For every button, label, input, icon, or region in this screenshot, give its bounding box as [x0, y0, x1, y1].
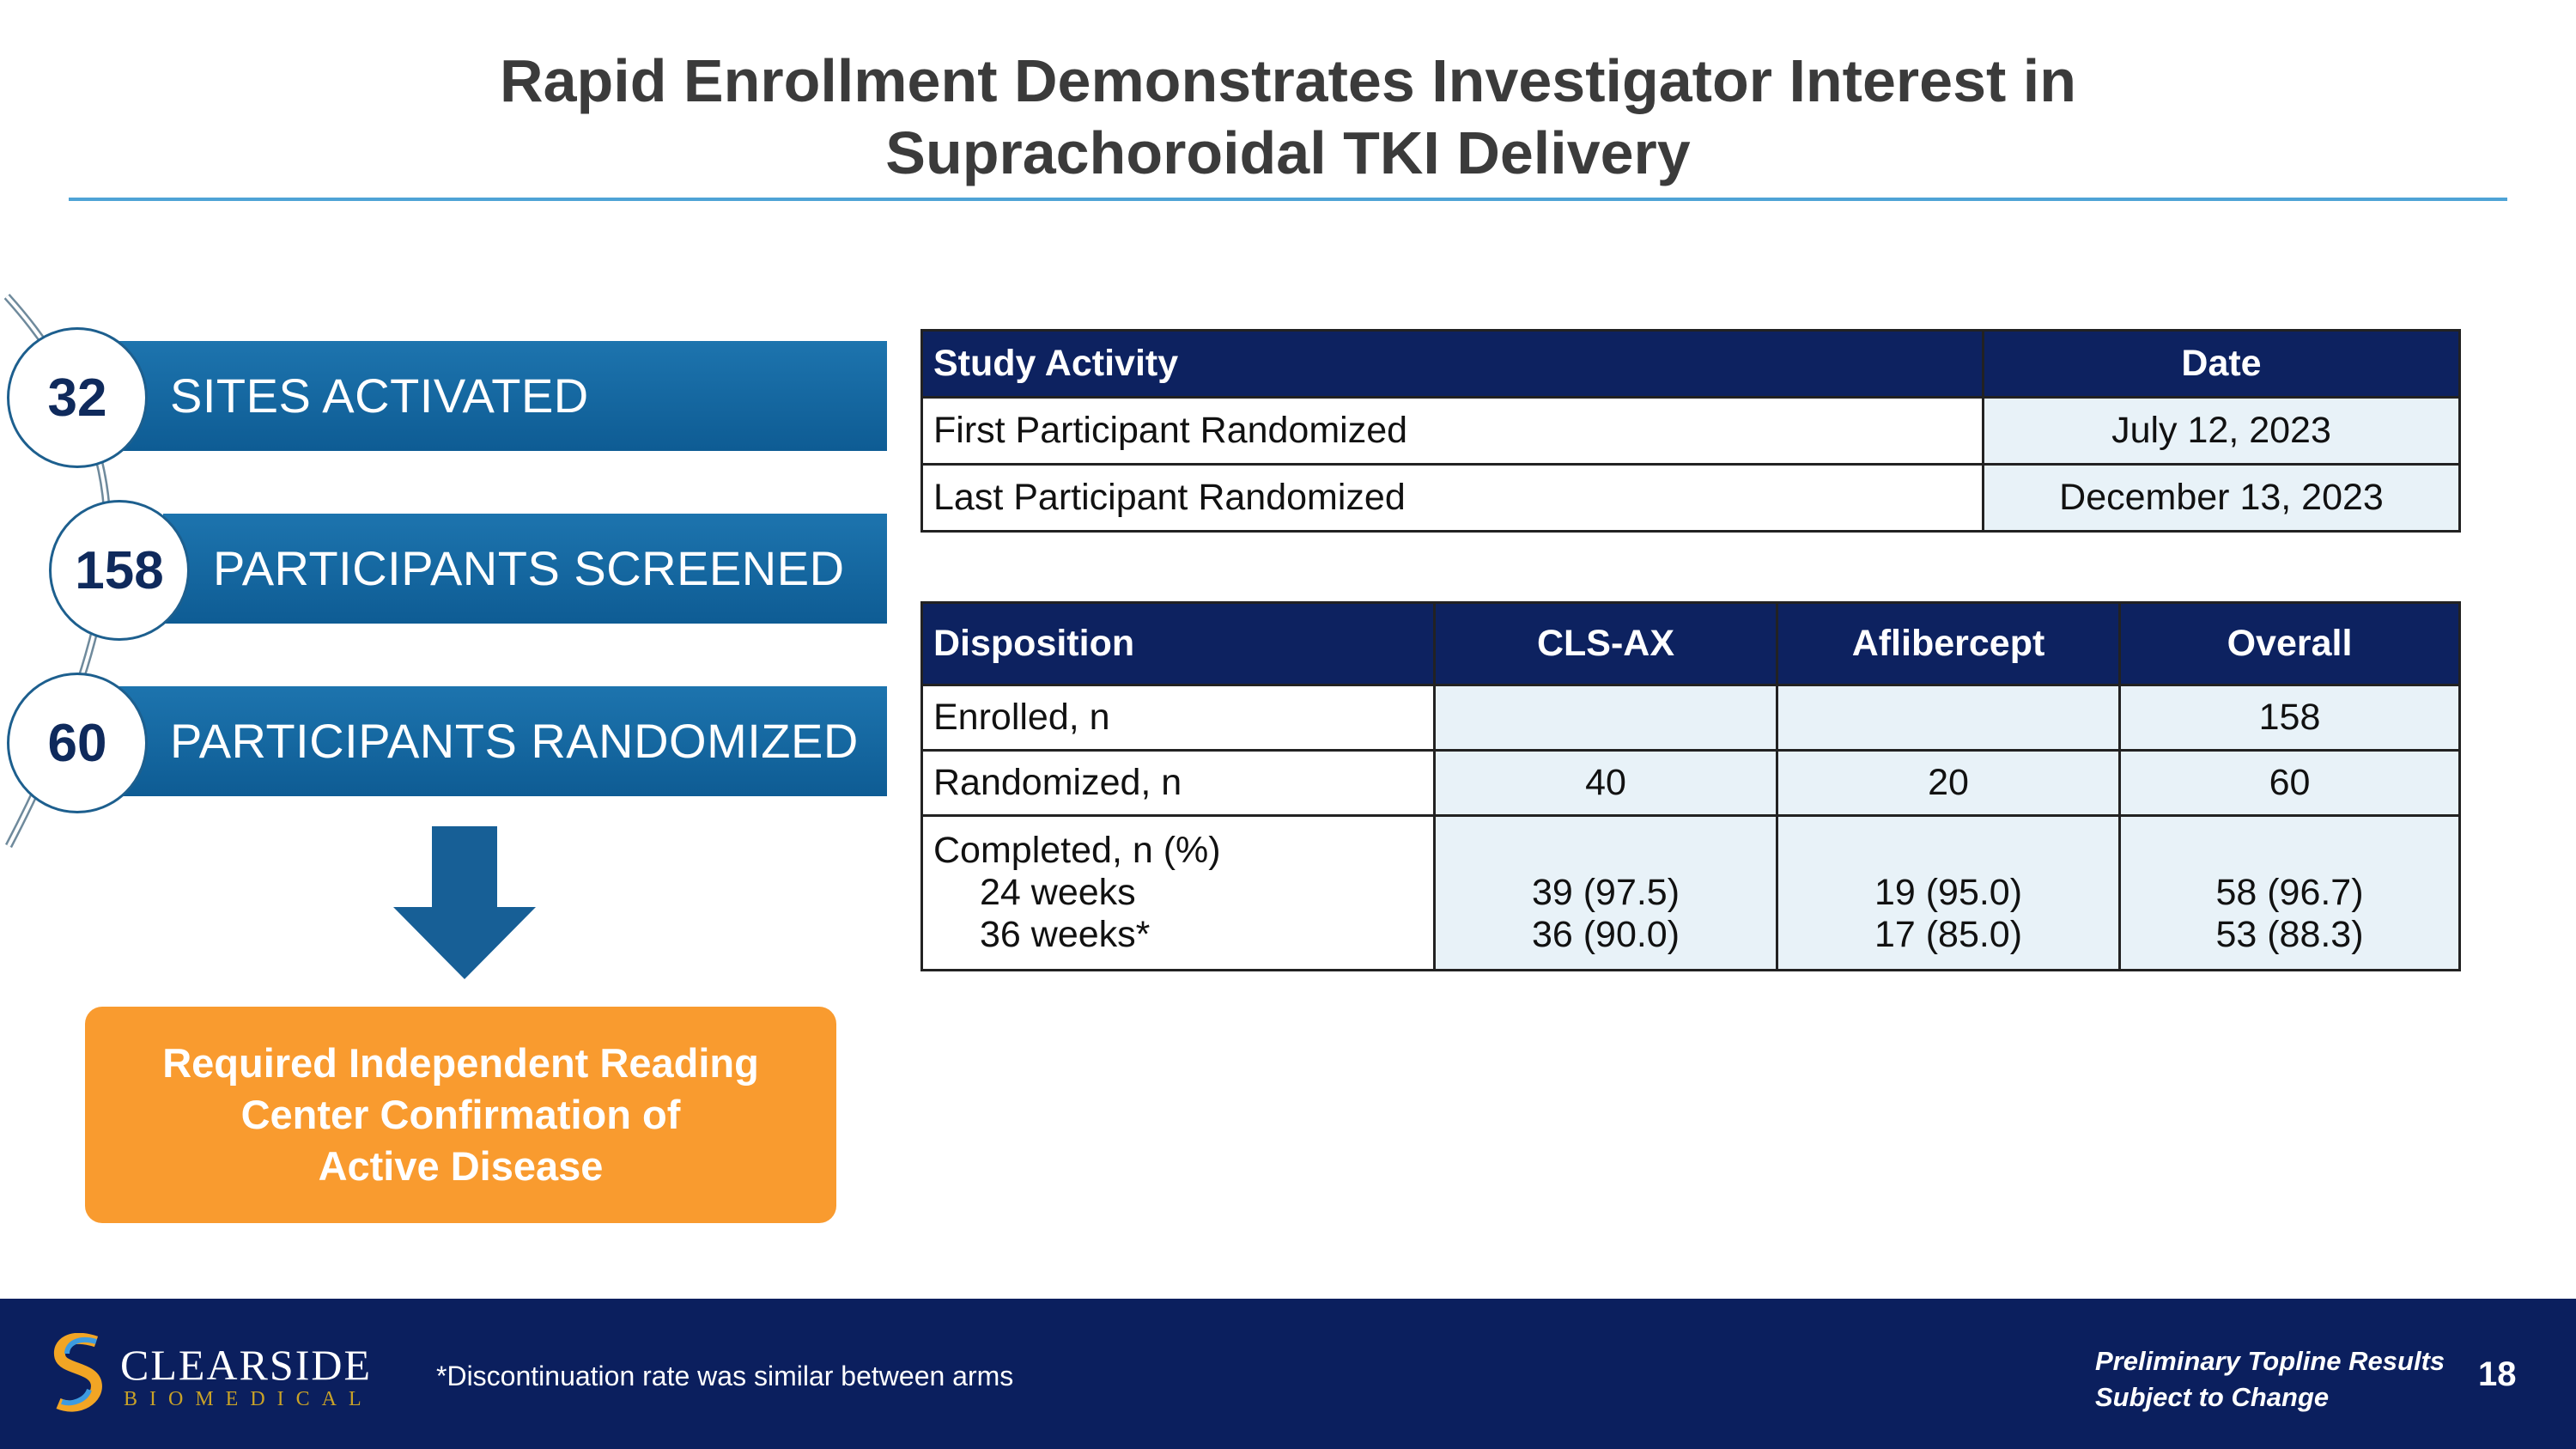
header-study-activity: Study Activity	[920, 329, 1984, 399]
stat-number-randomized: 60	[7, 673, 148, 813]
completed-overall-24: 58 (96.7)	[2215, 872, 2364, 913]
completed-24-weeks-label: 24 weeks	[980, 872, 1136, 913]
header-aflibercept: Aflibercept	[1776, 601, 2121, 686]
disclaimer-line2: Subject to Change	[2095, 1382, 2330, 1412]
title-divider	[69, 198, 2507, 201]
activity-last-date: December 13, 2023	[1982, 463, 2461, 533]
slide-title-line1: Rapid Enrollment Demonstrates Investigat…	[500, 47, 2076, 114]
study-activity-table: Study Activity Date First Participant Ra…	[920, 329, 2461, 533]
stat-number-screened: 158	[49, 500, 190, 641]
activity-first-label: First Participant Randomized	[920, 396, 1984, 466]
table-row: Last Participant Randomized December 13,…	[920, 463, 2461, 533]
preliminary-disclaimer: Preliminary Topline Results Subject to C…	[2095, 1343, 2445, 1416]
header-cls-ax: CLS-AX	[1433, 601, 1778, 686]
table-row: Randomized, n 40 20 60	[920, 749, 2461, 817]
footnote-text: *Discontinuation rate was similar betwee…	[436, 1361, 1014, 1391]
header-overall: Overall	[2118, 601, 2461, 686]
callout-line3: Active Disease	[318, 1143, 604, 1189]
stat-bar-screened: PARTICIPANTS SCREENED	[163, 514, 887, 624]
table-row: Completed, n (%) 24 weeks 36 weeks* 39 (…	[920, 814, 2461, 971]
callout-line1: Required Independent Reading	[162, 1040, 759, 1086]
stat-label-screened: PARTICIPANTS SCREENED	[213, 541, 845, 595]
randomized-overall: 60	[2118, 749, 2461, 817]
completed-label: Completed, n (%)	[933, 830, 1221, 871]
completed-overall: 58 (96.7) 53 (88.3)	[2118, 814, 2461, 971]
completed-aflibercept-36: 17 (85.0)	[1874, 914, 2023, 955]
down-arrow-icon	[393, 826, 536, 979]
logo-wordmark: CLEARSIDE	[120, 1341, 372, 1389]
randomized-aflibercept: 20	[1776, 749, 2121, 817]
enrolled-aflibercept	[1776, 684, 2121, 752]
stat-label-sites: SITES ACTIVATED	[170, 368, 589, 423]
completed-cls-ax: 39 (97.5) 36 (90.0)	[1433, 814, 1778, 971]
randomized-label: Randomized, n	[920, 749, 1436, 817]
stat-bar-randomized: PARTICIPANTS RANDOMIZED	[112, 686, 887, 796]
page-number: 18	[2478, 1355, 2517, 1393]
enrolled-overall: 158	[2118, 684, 2461, 752]
completed-cls-ax-36: 36 (90.0)	[1531, 914, 1680, 955]
stat-bar-sites: SITES ACTIVATED	[112, 341, 887, 451]
enrolled-cls-ax	[1433, 684, 1778, 752]
clearside-logo-icon	[53, 1333, 102, 1412]
reading-center-callout: Required Independent Reading Center Conf…	[85, 1007, 836, 1223]
table-row: First Participant Randomized July 12, 20…	[920, 396, 2461, 466]
disposition-table: Disposition CLS-AX Aflibercept Overall E…	[920, 601, 2461, 971]
header-disposition: Disposition	[920, 601, 1436, 686]
table-header-row: Study Activity Date	[920, 329, 2461, 399]
logo-subtitle: BIOMEDICAL	[124, 1388, 374, 1410]
enrolled-label: Enrolled, n	[920, 684, 1436, 752]
completed-aflibercept-24: 19 (95.0)	[1874, 872, 2023, 913]
slide-footer: CLEARSIDE BIOMEDICAL *Discontinuation ra…	[0, 1299, 2576, 1449]
disclaimer-line1: Preliminary Topline Results	[2095, 1346, 2445, 1376]
completed-cls-ax-24: 39 (97.5)	[1531, 872, 1680, 913]
completed-36-weeks-label: 36 weeks*	[980, 914, 1151, 955]
table-row: Enrolled, n 158	[920, 684, 2461, 752]
stat-label-randomized: PARTICIPANTS RANDOMIZED	[170, 714, 859, 768]
stat-number-sites: 32	[7, 327, 148, 468]
header-date: Date	[1982, 329, 2461, 399]
completed-aflibercept: 19 (95.0) 17 (85.0)	[1776, 814, 2121, 971]
slide-title: Rapid Enrollment Demonstrates Investigat…	[0, 45, 2576, 189]
table-header-row: Disposition CLS-AX Aflibercept Overall	[920, 601, 2461, 686]
completed-overall-36: 53 (88.3)	[2215, 914, 2364, 955]
slide-title-line2: Suprachoroidal TKI Delivery	[885, 119, 1691, 186]
randomized-cls-ax: 40	[1433, 749, 1778, 817]
completed-label-cell: Completed, n (%) 24 weeks 36 weeks*	[920, 814, 1436, 971]
callout-line2: Center Confirmation of	[240, 1092, 681, 1137]
activity-last-label: Last Participant Randomized	[920, 463, 1984, 533]
activity-first-date: July 12, 2023	[1982, 396, 2461, 466]
